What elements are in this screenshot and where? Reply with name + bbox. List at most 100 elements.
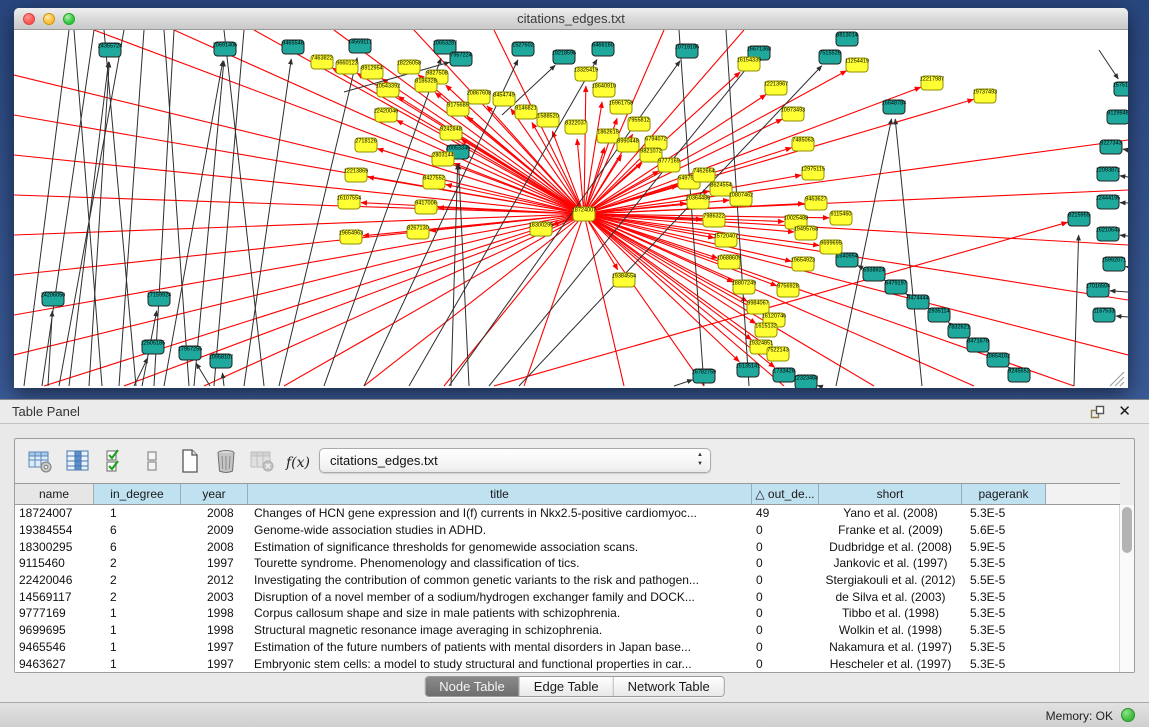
tab-edge-table[interactable]: Edge Table (520, 677, 614, 696)
graph-node[interactable]: 12505185 (141, 340, 165, 354)
graph-edge[interactable] (59, 30, 124, 386)
graph-edge[interactable] (164, 61, 223, 386)
column-header-short[interactable]: short (819, 484, 962, 504)
graph-node[interactable]: 8813014 (836, 32, 858, 46)
graph-node[interactable]: 7515526 (819, 50, 841, 64)
graph-node[interactable]: 8427552 (423, 175, 445, 189)
graph-node[interactable]: 17957255 (178, 346, 202, 360)
graph-node[interactable]: 2935114 (928, 308, 950, 322)
graph-edge[interactable] (459, 164, 469, 386)
graph-node[interactable]: 20691406 (213, 42, 237, 56)
graph-node[interactable]: 8990448 (617, 138, 639, 152)
graph-node[interactable]: 19654923 (791, 257, 815, 271)
graph-node[interactable]: 8471676 (967, 338, 989, 352)
graph-node[interactable]: 6479197 (885, 280, 907, 294)
graph-node[interactable]: 9417006 (415, 200, 437, 214)
graph-edge[interactable] (1123, 149, 1128, 150)
table-row[interactable]: 911546021997Tourette syndrome. Phenomeno… (15, 555, 1120, 572)
graph-node[interactable]: 1733426 (773, 368, 795, 382)
graph-node[interactable]: 24355724 (98, 43, 122, 57)
graph-node[interactable]: 17016504 (1086, 283, 1110, 297)
graph-node[interactable]: 9777169 (658, 158, 680, 172)
close-panel-icon[interactable]: ✕ (1118, 402, 1131, 420)
graph-node[interactable]: 18226058 (397, 60, 421, 74)
column-header-in_degree[interactable]: in_degree (94, 484, 181, 504)
graph-edge[interactable] (196, 363, 210, 386)
graph-edge[interactable] (1099, 50, 1118, 79)
graph-node[interactable]: 8322037 (565, 120, 587, 134)
graph-node[interactable]: 16154339 (737, 57, 761, 71)
graph-node[interactable]: 16107554 (337, 195, 361, 209)
tab-network-table[interactable]: Network Table (614, 677, 724, 696)
graph-edge[interactable] (524, 214, 584, 386)
graph-edge[interactable] (1110, 291, 1128, 292)
column-header-pagerank[interactable]: pagerank (962, 484, 1046, 504)
graph-node[interactable]: 12444195 (1096, 195, 1120, 209)
graph-edge[interactable] (674, 380, 693, 386)
graph-edge[interactable] (584, 102, 602, 214)
graph-node[interactable]: 7955812 (628, 117, 650, 131)
graph-node[interactable]: 14569117 (348, 39, 372, 53)
graph-edge[interactable] (224, 30, 264, 386)
graph-edge[interactable] (94, 30, 584, 214)
tab-node-table[interactable]: Node Table (425, 677, 520, 696)
graph-node[interactable]: 1588520 (537, 113, 559, 127)
table-row[interactable]: 1456911722003Disruption of a novel membe… (15, 588, 1120, 605)
graph-edge[interactable] (584, 214, 704, 386)
graph-node[interactable]: 22420046 (374, 108, 398, 122)
table-row[interactable]: 977716911998Corpus callosum shape and si… (15, 605, 1120, 622)
graph-node[interactable]: 9115460 (830, 211, 852, 225)
graph-edge[interactable] (584, 30, 664, 214)
graph-node[interactable]: 8267130 (407, 225, 429, 239)
graph-edge[interactable] (324, 58, 441, 386)
graph-edge[interactable] (1116, 316, 1128, 317)
graph-edge[interactable] (451, 164, 458, 386)
graph-node[interactable]: 15720407 (714, 233, 738, 247)
table-row[interactable]: 1938455462009Genome-wide association stu… (15, 522, 1120, 539)
graph-node[interactable]: 9756928 (777, 283, 799, 297)
graph-node[interactable]: 9660123 (336, 60, 358, 74)
graph-node[interactable]: 9463627 (805, 196, 827, 210)
graph-node[interactable]: 9146821 (515, 105, 537, 119)
graph-node[interactable]: 12323468 (794, 375, 818, 388)
graph-edge[interactable] (1120, 176, 1128, 177)
graph-node[interactable]: 12213869 (344, 168, 368, 182)
graph-node[interactable]: 15992071 (1102, 257, 1126, 271)
graph-edge[interactable] (89, 62, 109, 386)
graph-node[interactable]: 10688609 (717, 255, 741, 269)
graph-edge[interactable] (1074, 235, 1079, 386)
table-row[interactable]: 1872400712008Changes of HCN gene express… (15, 505, 1120, 522)
graph-node[interactable]: 7957224 (450, 52, 472, 66)
graph-node[interactable]: 19384554 (612, 273, 636, 287)
memory-status-icon[interactable] (1121, 708, 1135, 722)
graph-node[interactable]: 11254419 (845, 58, 869, 72)
graph-node[interactable]: 10807462 (729, 192, 753, 206)
graph-node[interactable]: 1615132 (755, 323, 777, 337)
graph-edge[interactable] (134, 358, 148, 386)
graph-node[interactable]: 20364486 (686, 195, 710, 209)
vertical-scrollbar[interactable] (1119, 505, 1134, 672)
new-table-button[interactable] (175, 446, 205, 476)
delete-rows-button[interactable] (211, 446, 241, 476)
graph-edge[interactable] (284, 214, 584, 386)
graph-edge[interactable] (584, 140, 1128, 214)
graph-node[interactable]: 9245652 (1008, 368, 1030, 382)
graph-node[interactable]: 15135141 (736, 363, 760, 377)
graph-node[interactable]: 12093872 (1096, 167, 1120, 181)
graph-edge[interactable] (244, 59, 291, 386)
graph-node[interactable]: 20867608 (467, 90, 491, 104)
graph-node[interactable]: 9175685 (447, 102, 469, 116)
graph-node[interactable]: 8215955 (1068, 212, 1090, 226)
graph-edge[interactable] (164, 30, 189, 386)
graph-edge[interactable] (14, 214, 584, 315)
graph-node[interactable]: 18807249 (732, 280, 756, 294)
graph-node[interactable]: 18300295 (529, 222, 553, 236)
graph-node[interactable]: 16961758 (609, 100, 633, 114)
graph-node[interactable]: 12217987 (920, 76, 944, 90)
graph-node[interactable]: 19495768 (794, 226, 818, 240)
graph-node[interactable]: 7462664 (693, 168, 715, 182)
table-row[interactable]: 1830029562008Estimation of significance … (15, 538, 1120, 555)
graph-node[interactable]: 13325419 (574, 67, 598, 81)
graph-edge[interactable] (74, 30, 102, 386)
graph-node[interactable]: 7463822 (311, 55, 333, 69)
